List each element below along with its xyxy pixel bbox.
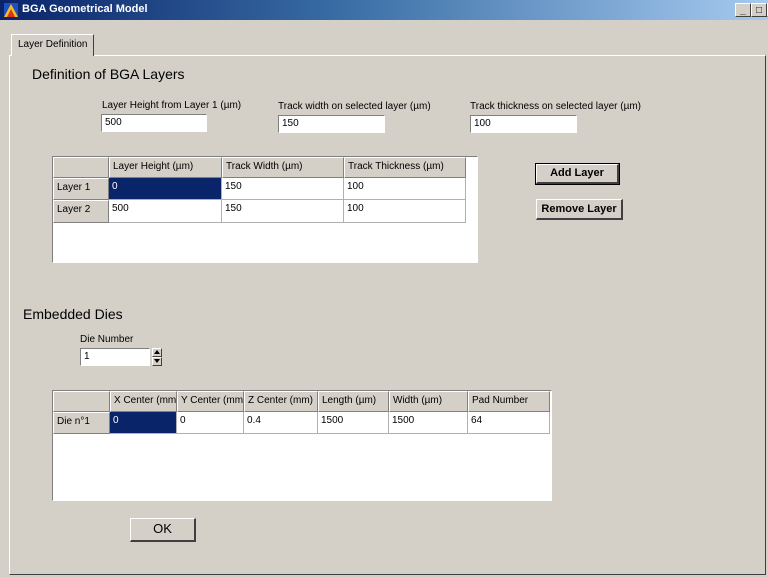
- table-cell[interactable]: 500: [109, 200, 222, 223]
- ok-button[interactable]: OK: [130, 518, 196, 542]
- maximize-button[interactable]: □: [751, 3, 767, 17]
- table-cell[interactable]: 150: [222, 178, 344, 200]
- row-header[interactable]: Die n°1: [53, 412, 110, 434]
- table-cell[interactable]: 1500: [318, 412, 389, 434]
- table-cell[interactable]: 150: [222, 200, 344, 223]
- column-header[interactable]: Track Width (µm): [222, 157, 344, 178]
- tab-layer-definition[interactable]: Layer Definition: [11, 34, 95, 56]
- add-layer-button[interactable]: Add Layer: [535, 163, 620, 185]
- row-header[interactable]: Layer 1: [53, 178, 109, 200]
- table-cell[interactable]: 0.4: [244, 412, 318, 434]
- row-header[interactable]: Layer 2: [53, 200, 109, 223]
- dies-grid[interactable]: X Center (mm) Y Center (mm) Z Center (mm…: [52, 390, 552, 501]
- die-number-input[interactable]: 1: [80, 348, 150, 366]
- layers-grid[interactable]: Layer Height (µm) Track Width (µm) Track…: [52, 156, 478, 263]
- title-bar[interactable]: BGA Geometrical Model _ □ x: [0, 0, 768, 20]
- arrow-up-icon: [154, 350, 160, 354]
- track-thickness-input[interactable]: 100: [470, 115, 577, 133]
- track-width-input[interactable]: 150: [278, 115, 385, 133]
- column-header[interactable]: Pad Number: [468, 391, 550, 412]
- track-thickness-label: Track thickness on selected layer (µm): [470, 101, 642, 112]
- layers-heading: Definition of BGA Layers: [32, 66, 185, 82]
- arrow-down-icon: [154, 359, 160, 363]
- track-width-label: Track width on selected layer (µm): [278, 101, 431, 112]
- spin-down-button[interactable]: [152, 357, 162, 366]
- table-cell[interactable]: 64: [468, 412, 550, 434]
- dies-heading: Embedded Dies: [23, 306, 123, 322]
- column-header[interactable]: Layer Height (µm): [109, 157, 222, 178]
- remove-layer-button[interactable]: Remove Layer: [536, 199, 623, 220]
- window-title: BGA Geometrical Model: [22, 3, 148, 15]
- table-cell[interactable]: 1500: [389, 412, 468, 434]
- column-header[interactable]: X Center (mm): [110, 391, 177, 412]
- table-cell[interactable]: 0: [177, 412, 244, 434]
- die-number-label: Die Number: [80, 334, 134, 345]
- app-icon: [4, 3, 18, 17]
- tab-label: Layer Definition: [18, 39, 88, 50]
- column-header[interactable]: Z Center (mm): [244, 391, 318, 412]
- table-cell[interactable]: 0: [110, 412, 177, 434]
- column-header[interactable]: Width (µm): [389, 391, 468, 412]
- table-cell[interactable]: 100: [344, 200, 466, 223]
- grid-corner: [53, 391, 110, 412]
- table-cell[interactable]: 0: [109, 178, 222, 200]
- grid-corner: [53, 157, 109, 178]
- column-header[interactable]: Length (µm): [318, 391, 389, 412]
- column-header[interactable]: Y Center (mm): [177, 391, 244, 412]
- layer-height-input[interactable]: 500: [101, 114, 207, 132]
- table-cell[interactable]: 100: [344, 178, 466, 200]
- spin-up-button[interactable]: [152, 348, 162, 357]
- minimize-button[interactable]: _: [735, 3, 751, 17]
- column-header[interactable]: Track Thickness (µm): [344, 157, 466, 178]
- layer-height-label: Layer Height from Layer 1 (µm): [102, 100, 242, 111]
